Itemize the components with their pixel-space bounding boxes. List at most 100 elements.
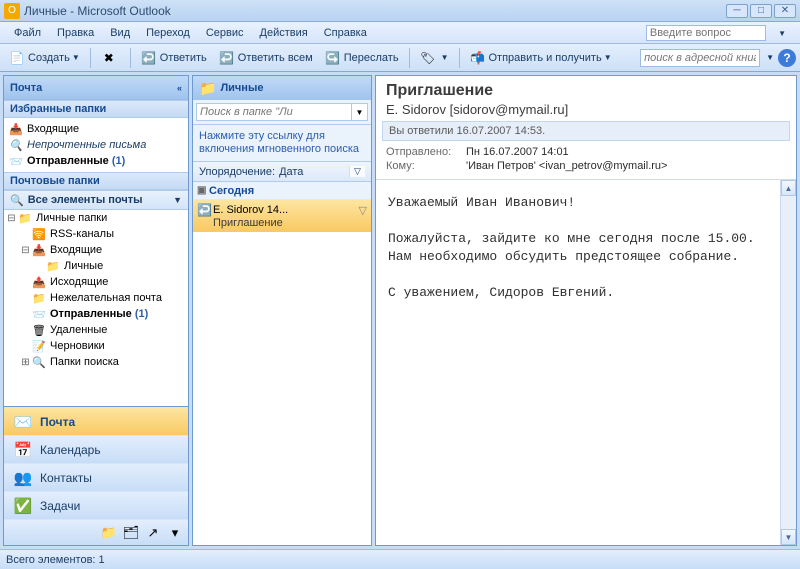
new-button[interactable]: 📄Создать▼ [4,48,85,68]
forward-button[interactable]: ↪️Переслать [320,48,404,68]
message-infobar: Вы ответили 16.07.2007 14:53. [382,121,790,141]
folder-icon: 📥 [31,243,47,257]
menu-file[interactable]: Файл [6,25,49,41]
favorite-item[interactable]: 🔍Непрочтенные письма [6,137,186,153]
message-list-body: ▣ Сегодня ↩️E. Sidorov 14...▽Приглашение [193,182,371,545]
menu-tools[interactable]: Сервис [198,25,252,41]
favorite-item[interactable]: 📨Отправленные(1) [6,153,186,169]
ask-question-input[interactable] [646,25,766,41]
tree-item[interactable]: ⊞🔍Папки поиска [4,354,188,370]
folder-icon: 📝 [31,339,47,353]
tree-item[interactable]: 🛜RSS-каналы [4,226,188,242]
sort-direction-icon[interactable]: ▽ [349,166,365,177]
section-label: Почта [40,415,75,429]
list-header: 📁 Личные [193,76,371,100]
reply-all-button[interactable]: ↩️Ответить всем [214,48,318,68]
menu-view[interactable]: Вид [102,25,138,41]
reply-button[interactable]: ↩️Ответить [136,48,212,68]
section-icon: ✅ [12,497,34,515]
toolbar: 📄Создать▼ ✖ ↩️Ответить ↩️Ответить всем ↪… [0,44,800,72]
tree-toggle-icon[interactable]: ⊞ [20,357,31,368]
item-count: (1) [135,308,148,320]
item-label: Исходящие [50,276,108,288]
tree-toggle-icon[interactable]: ⊟ [6,213,17,224]
flag-icon[interactable]: ▽ [359,204,367,217]
reading-pane: Приглашение E. Sidorov [sidorov@mymail.r… [375,75,797,546]
tree-toggle-icon[interactable]: ⊟ [20,245,31,256]
tree-item[interactable]: 📁Личные [4,258,188,274]
tree-item[interactable]: 📁Нежелательная почта [4,290,188,306]
menu-go[interactable]: Переход [138,25,198,41]
list-search-input[interactable] [196,103,352,121]
send-receive-button[interactable]: 📬Отправить и получить ▼ [465,48,617,68]
tree-item[interactable]: ⊟📥Входящие [4,242,188,258]
folder-icon: 📁 [17,211,33,225]
list-sort-bar[interactable]: Упорядочение: Дата ▽ [193,162,371,182]
section-label: Календарь [40,443,101,457]
item-label: Личные [64,260,103,272]
item-label: Входящие [50,244,102,256]
group-label: Сегодня [209,185,254,197]
item-label: Черновики [50,340,105,352]
reading-scrollbar[interactable]: ▲ ▼ [780,180,796,545]
nav-section-Календарь[interactable]: 📅 Календарь [4,435,188,463]
address-book-search-input[interactable] [640,49,760,67]
help-button[interactable]: ? [778,49,796,67]
nav-section-Контакты[interactable]: 👥Контакты [4,463,188,491]
message-item[interactable]: ↩️E. Sidorov 14...▽Приглашение [193,200,371,232]
folder-icon: 📁 [31,291,47,305]
item-count: (1) [112,155,125,167]
minimize-button[interactable]: ─ [726,4,748,18]
delete-button[interactable]: ✖ [96,48,125,68]
tree-item[interactable]: ⊟📁Личные папки [4,210,188,226]
nav-header: Почта « [4,76,188,100]
reply-status-icon: ↩️ [197,203,213,217]
app-icon: O [4,3,20,19]
nav-mini-button[interactable]: ▾ [166,524,184,542]
sort-label: Упорядочение: [199,166,275,178]
maximize-button[interactable]: □ [750,4,772,18]
item-label: Непрочтенные письма [27,139,146,151]
scroll-up-button[interactable]: ▲ [781,180,796,196]
menu-help[interactable]: Справка [316,25,375,41]
favorite-item[interactable]: 📥Входящие [6,121,186,137]
message-from: E. Sidorov [sidorov@mymail.ru] [376,102,796,121]
nav-mini-button[interactable]: 📁 [100,524,118,542]
tree-item[interactable]: 🗑Удаленные [4,322,188,338]
menu-edit[interactable]: Правка [49,25,102,41]
close-button[interactable]: ✕ [774,4,796,18]
addr-search-dropdown-icon[interactable]: ▼ [766,53,774,62]
list-search-dropdown-icon[interactable]: ▼ [352,103,368,121]
folder-icon: 🔍 [31,355,47,369]
item-label: Отправленные [50,308,132,320]
message-subject: Приглашение [376,76,796,102]
categorize-button[interactable]: 🏷▼ [415,48,454,68]
nav-mini-button[interactable]: ↗ [144,524,162,542]
menu-actions[interactable]: Действия [252,25,316,41]
nav-collapse-icon[interactable]: « [177,83,182,93]
nav-section-Почта[interactable]: ✉️Почта [4,407,188,435]
group-toggle-icon[interactable]: ▣ [197,185,209,196]
section-icon: 📅 [12,441,34,459]
folder-tree: ⊟📁Личные папки🛜RSS-каналы⊟📥Входящие📁Личн… [4,210,188,406]
scroll-down-button[interactable]: ▼ [781,529,796,545]
favorites-header[interactable]: Избранные папки [4,100,188,118]
folder-icon: 📨 [31,307,47,321]
categorize-icon: 🏷 [420,50,436,66]
list-group-header[interactable]: ▣ Сегодня [193,182,371,200]
content-area: Почта « Избранные папки 📥Входящие🔍Непроч… [0,72,800,549]
filter-dropdown-icon[interactable]: ▼ [173,195,182,205]
folder-filter[interactable]: 🔍 Все элементы почты ▼ [4,190,188,210]
nav-section-Задачи[interactable]: ✅Задачи [4,491,188,519]
nav-mini-button[interactable]: 🗂 [122,524,140,542]
to-value: 'Иван Петров' <ivan_petrov@mymail.ru> [466,160,667,172]
tree-item[interactable]: 📨Отправленные(1) [4,306,188,322]
tree-item[interactable]: 📝Черновики [4,338,188,354]
sort-value: Дата [279,166,303,178]
menu-bar: Файл Правка Вид Переход Сервис Действия … [0,22,800,44]
mail-folders-header[interactable]: Почтовые папки [4,172,188,190]
tree-item[interactable]: 📤Исходящие [4,274,188,290]
item-label: Удаленные [50,324,107,336]
ask-dropdown-icon[interactable]: ▼ [768,27,794,40]
instant-search-hint[interactable]: Нажмите эту ссылку для включения мгновен… [193,125,371,162]
